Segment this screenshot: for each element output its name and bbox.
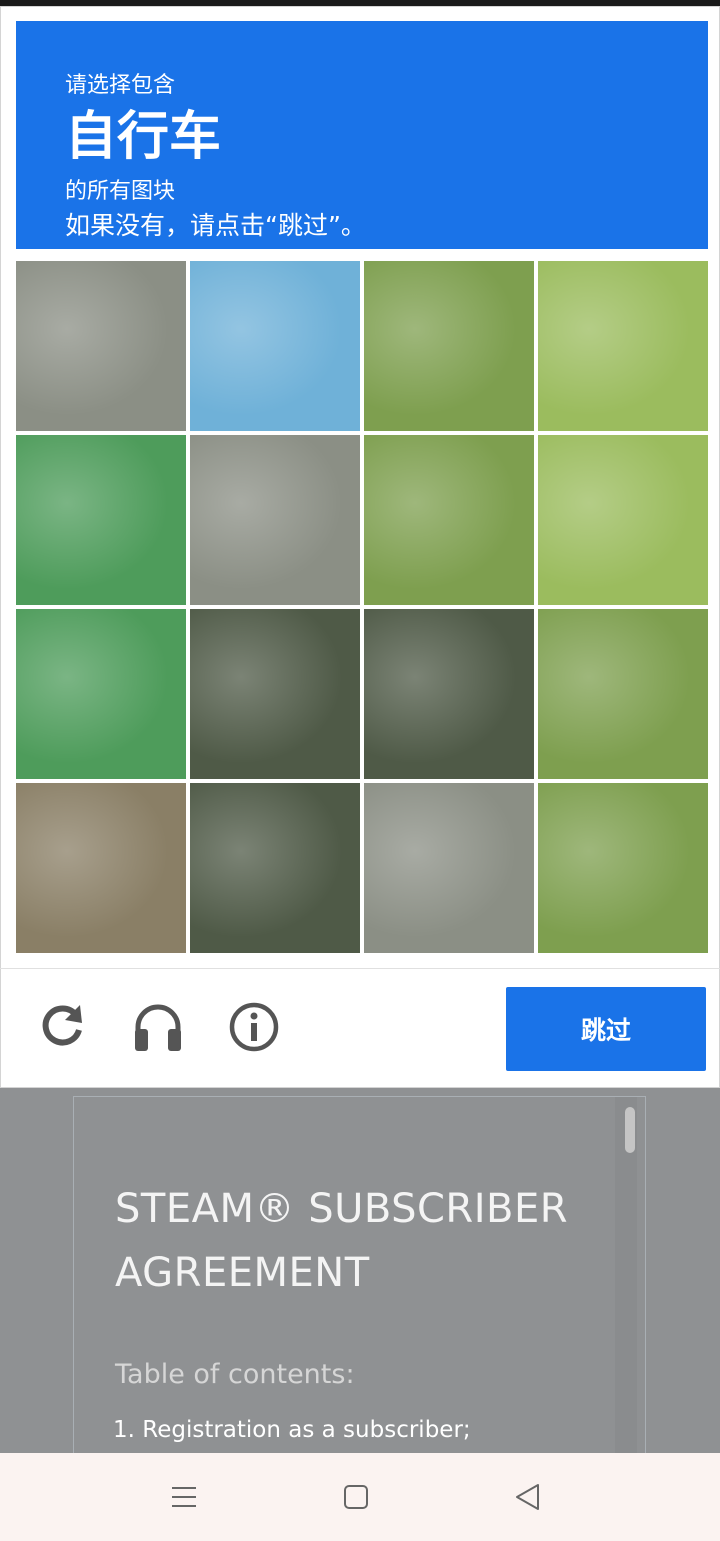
- agreement-title: STEAM® SUBSCRIBER AGREEMENT: [115, 1186, 569, 1296]
- system-nav-bar: [0, 1453, 720, 1541]
- captcha-image-grid: [16, 261, 708, 953]
- headphones-icon[interactable]: [132, 1001, 184, 1053]
- captcha-tile-11[interactable]: [364, 609, 534, 779]
- captcha-tile-12[interactable]: [538, 609, 708, 779]
- toc-label: Table of contents:: [115, 1359, 355, 1390]
- captcha-tile-1[interactable]: [16, 261, 186, 431]
- captcha-tile-4[interactable]: [538, 261, 708, 431]
- captcha-tile-5[interactable]: [16, 435, 186, 605]
- captcha-tile-14[interactable]: [190, 783, 360, 953]
- footer-divider: [0, 968, 720, 969]
- captcha-tile-6[interactable]: [190, 435, 360, 605]
- captcha-tile-15[interactable]: [364, 783, 534, 953]
- captcha-tile-2[interactable]: [190, 261, 360, 431]
- captcha-tile-8[interactable]: [538, 435, 708, 605]
- captcha-tile-9[interactable]: [16, 609, 186, 779]
- captcha-tile-16[interactable]: [538, 783, 708, 953]
- captcha-dialog: 请选择包含 自行车 的所有图块 如果没有，请点击“跳过”。 跳过: [0, 6, 720, 1088]
- instruction-prefix: 请选择包含: [65, 73, 176, 98]
- instruction-suffix: 的所有图块: [65, 179, 176, 204]
- agreement-panel: STEAM® SUBSCRIBER AGREEMENT Table of con…: [73, 1096, 646, 1456]
- reload-icon[interactable]: [36, 1001, 88, 1053]
- instruction-hint: 如果没有，请点击“跳过”。: [65, 211, 366, 240]
- scrollbar-thumb[interactable]: [625, 1107, 635, 1153]
- captcha-tile-13[interactable]: [16, 783, 186, 953]
- toc-item[interactable]: 1. Registration as a subscriber;: [113, 1417, 471, 1443]
- menu-icon[interactable]: [166, 1479, 202, 1515]
- square-home-icon[interactable]: [338, 1479, 374, 1515]
- captcha-tile-3[interactable]: [364, 261, 534, 431]
- info-icon[interactable]: [228, 1001, 280, 1053]
- triangle-back-icon[interactable]: [510, 1479, 546, 1515]
- target-object-label: 自行车: [65, 107, 222, 167]
- captcha-tile-7[interactable]: [364, 435, 534, 605]
- captcha-tile-10[interactable]: [190, 609, 360, 779]
- skip-button[interactable]: 跳过: [506, 987, 706, 1071]
- captcha-instruction-header: 请选择包含 自行车 的所有图块 如果没有，请点击“跳过”。: [16, 21, 708, 249]
